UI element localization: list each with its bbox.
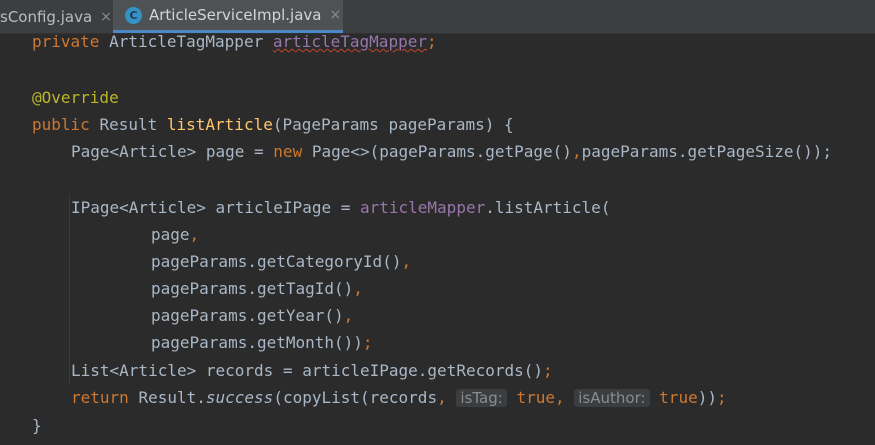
code-line: pageParams.getTagId(), [151, 279, 363, 298]
java-class-icon: C [125, 6, 142, 24]
code-line: IPage<Article> articleIPage = articleMap… [71, 198, 611, 217]
code-line: Page<Article> page = new Page<>(pagePara… [71, 142, 833, 161]
code-line: @Override [32, 88, 119, 107]
code-editor[interactable]: private ArticleTagMapper articleTagMappe… [0, 32, 875, 445]
close-icon[interactable]: × [100, 9, 112, 25]
code-line: public Result listArticle(PageParams pag… [32, 115, 514, 134]
close-icon[interactable]: × [329, 7, 341, 23]
code-line: List<Article> records = articleIPage.get… [71, 361, 553, 380]
parameter-hint: isTag: [456, 389, 507, 407]
parameter-hint: isAuthor: [574, 389, 650, 407]
tab-label: sConfig.java [0, 7, 93, 26]
tab-sconfig[interactable]: sConfig.java × [0, 0, 112, 33]
code-line: } [32, 416, 42, 435]
tab-label: ArticleServiceImpl.java [149, 6, 322, 24]
code-line: pageParams.getCategoryId(), [151, 252, 412, 271]
tab-articleserviceimpl[interactable]: C ArticleServiceImpl.java × [113, 0, 343, 33]
code-line: private ArticleTagMapper articleTagMappe… [32, 32, 437, 51]
code-line: pageParams.getYear(), [151, 306, 354, 325]
code-line: return Result.success(copyList(records, … [71, 388, 727, 407]
editor-tab-bar: sConfig.java × C ArticleServiceImpl.java… [0, 0, 875, 34]
code-line: page, [151, 225, 200, 244]
indent-guide [69, 194, 70, 384]
code-line: pageParams.getMonth()); [151, 333, 373, 352]
